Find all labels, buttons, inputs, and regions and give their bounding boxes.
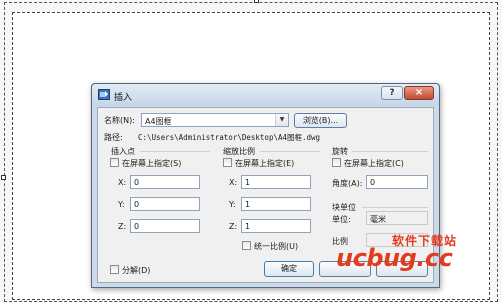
site-watermark: 软件下载站 ucbug.cc — [336, 228, 496, 278]
scale-z-label: Z: — [229, 222, 238, 231]
selection-grip[interactable] — [254, 0, 259, 3]
scale-onscreen-checkbox[interactable] — [223, 158, 232, 167]
rotation-onscreen-checkbox[interactable] — [332, 158, 341, 167]
browse-button[interactable]: 浏览(B)... — [294, 113, 347, 128]
block-unit-group-title: 块单位 — [332, 203, 356, 212]
insertion-y-label: Y: — [118, 200, 125, 209]
angle-label: 角度(A): — [332, 179, 363, 188]
path-label: 路径: — [104, 133, 123, 142]
ok-button[interactable]: 确定 — [264, 261, 314, 277]
scale-y-input[interactable]: 1 — [241, 197, 311, 211]
angle-input[interactable]: 0 — [366, 175, 428, 189]
scale-group-title: 缩放比例 — [223, 147, 255, 156]
name-label: 名称(N): — [104, 116, 135, 125]
insertion-onscreen-checkbox[interactable] — [110, 158, 119, 167]
chevron-down-icon[interactable]: ▼ — [275, 114, 288, 126]
insertion-onscreen-label: 在屏幕上指定(S) — [122, 159, 182, 168]
divider — [260, 151, 320, 152]
path-value: C:\Users\Administrator\Desktop\A4图框.dwg — [138, 133, 321, 142]
watermark-logo-text: ucbug.cc — [336, 244, 453, 272]
divider — [140, 151, 210, 152]
insertion-group-title: 插入点 — [111, 147, 135, 156]
insertion-y-input[interactable]: 0 — [130, 197, 200, 211]
help-button[interactable]: ? — [381, 86, 403, 100]
rotation-onscreen-label: 在屏幕上指定(C) — [344, 159, 404, 168]
block-name-combo[interactable]: A4图框 ▼ — [141, 113, 289, 127]
block-name-value: A4图框 — [145, 117, 172, 126]
close-button[interactable]: × — [404, 86, 434, 100]
divider — [362, 207, 428, 208]
insert-block-icon — [98, 89, 110, 100]
scale-x-label: X: — [229, 178, 238, 187]
scale-onscreen-label: 在屏幕上指定(E) — [235, 159, 295, 168]
scale-y-label: Y: — [229, 200, 236, 209]
insertion-x-input[interactable]: 0 — [130, 175, 200, 189]
rotation-group-title: 旋转 — [332, 147, 348, 156]
explode-label: 分解(D) — [122, 266, 151, 275]
insertion-z-input[interactable]: 0 — [130, 219, 200, 233]
explode-checkbox[interactable] — [110, 265, 119, 274]
scale-z-input[interactable]: 1 — [241, 219, 311, 233]
selection-grip[interactable] — [1, 175, 6, 180]
divider — [352, 151, 428, 152]
unit-label: 单位: — [332, 215, 351, 224]
insertion-x-label: X: — [118, 178, 127, 187]
scale-x-input[interactable]: 1 — [241, 175, 311, 189]
uniform-scale-checkbox[interactable] — [242, 241, 251, 250]
unit-value: 毫米 — [366, 211, 428, 225]
dialog-title: 插入 — [114, 93, 133, 103]
uniform-scale-label: 统一比例(U) — [254, 242, 299, 251]
dialog-titlebar[interactable]: 插入 ? × — [92, 84, 439, 106]
insertion-z-label: Z: — [118, 222, 127, 231]
